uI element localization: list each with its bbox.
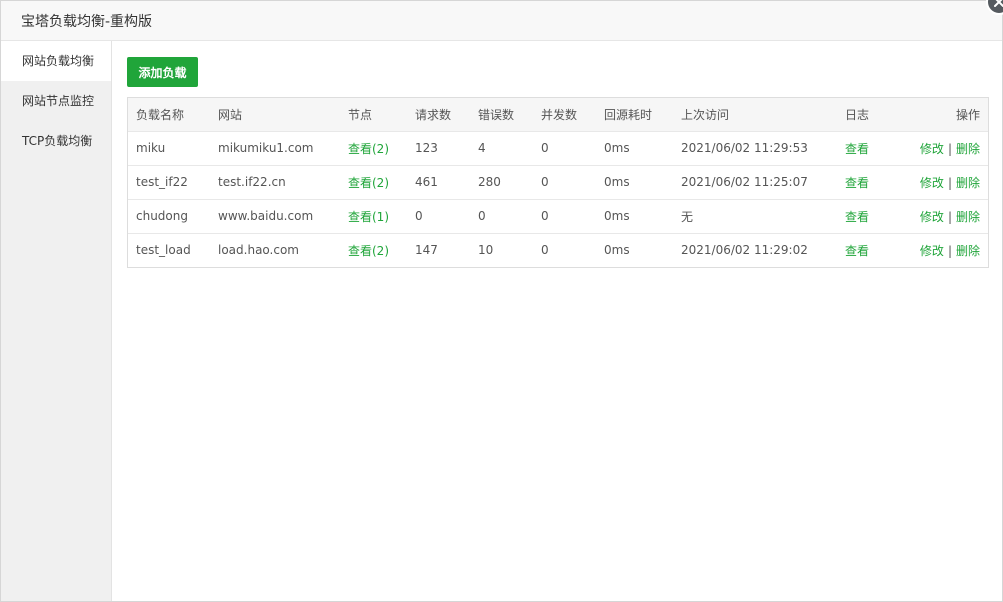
header-name: 负载名称 bbox=[136, 107, 185, 122]
cell-concurrency: 0 bbox=[541, 175, 549, 189]
sidebar-item-tcp-load-balance[interactable]: TCP负载均衡 bbox=[1, 121, 111, 161]
cell-requests: 0 bbox=[415, 209, 423, 223]
cell-name: chudong bbox=[136, 209, 188, 223]
table-row: test_if22 test.if22.cn 查看(2) 461 280 0 0… bbox=[128, 165, 988, 199]
action-separator: | bbox=[947, 175, 952, 190]
edit-link[interactable]: 修改 bbox=[920, 176, 944, 190]
cell-last-visit: 2021/06/02 11:25:07 bbox=[681, 175, 808, 189]
view-nodes-link[interactable]: 查看(2) bbox=[348, 244, 389, 258]
cell-requests: 147 bbox=[415, 243, 438, 258]
cell-latency: 0ms bbox=[604, 141, 630, 155]
edit-link[interactable]: 修改 bbox=[920, 210, 944, 224]
cell-latency: 0ms bbox=[604, 243, 630, 258]
cell-concurrency: 0 bbox=[541, 243, 549, 258]
cell-latency: 0ms bbox=[604, 175, 630, 189]
header-requests: 请求数 bbox=[415, 107, 452, 122]
header-latency: 回源耗时 bbox=[604, 107, 653, 122]
action-separator: | bbox=[947, 209, 952, 224]
cell-site: www.baidu.com bbox=[218, 209, 314, 223]
delete-link[interactable]: 删除 bbox=[956, 244, 980, 258]
view-log-link[interactable]: 查看 bbox=[845, 142, 869, 156]
sidebar: 网站负载均衡 网站节点监控 TCP负载均衡 bbox=[1, 41, 112, 601]
cell-site: test.if22.cn bbox=[218, 175, 286, 189]
cell-errors: 10 bbox=[478, 243, 494, 258]
dialog-body: 网站负载均衡 网站节点监控 TCP负载均衡 添加负载 负载名称 网站 节点 请求… bbox=[1, 41, 1002, 601]
table-row: chudong www.baidu.com 查看(1) 0 0 0 0ms 无 … bbox=[128, 199, 988, 233]
dialog-titlebar: 宝塔负载均衡-重构版 bbox=[1, 1, 1002, 41]
header-nodes: 节点 bbox=[348, 107, 373, 122]
add-load-button[interactable]: 添加负载 bbox=[127, 57, 198, 87]
cell-concurrency: 0 bbox=[541, 141, 549, 155]
edit-link[interactable]: 修改 bbox=[920, 142, 944, 156]
load-table: 负载名称 网站 节点 请求数 错误数 并发数 回源耗时 上次访问 日志 操作 m… bbox=[128, 98, 988, 267]
cell-concurrency: 0 bbox=[541, 209, 549, 223]
cell-requests: 123 bbox=[415, 141, 438, 155]
sidebar-item-web-load-balance[interactable]: 网站负载均衡 bbox=[1, 41, 111, 81]
cell-name: test_if22 bbox=[136, 175, 188, 189]
view-log-link[interactable]: 查看 bbox=[845, 176, 869, 190]
delete-link[interactable]: 删除 bbox=[956, 142, 980, 156]
table-header-row: 负载名称 网站 节点 请求数 错误数 并发数 回源耗时 上次访问 日志 操作 bbox=[128, 98, 988, 131]
action-separator: | bbox=[947, 243, 952, 258]
cell-last-visit: 2021/06/02 11:29:02 bbox=[681, 243, 808, 258]
cell-latency: 0ms bbox=[604, 209, 630, 223]
view-log-link[interactable]: 查看 bbox=[845, 210, 869, 224]
cell-errors: 280 bbox=[478, 175, 501, 189]
cell-site: load.hao.com bbox=[218, 243, 299, 258]
cell-last-visit: 2021/06/02 11:29:53 bbox=[681, 141, 808, 155]
table-row: test_load load.hao.com 查看(2) 147 10 0 0m… bbox=[128, 233, 988, 267]
cell-errors: 4 bbox=[478, 141, 486, 155]
sidebar-item-node-monitor[interactable]: 网站节点监控 bbox=[1, 81, 111, 121]
view-log-link[interactable]: 查看 bbox=[845, 244, 869, 258]
close-icon bbox=[994, 0, 1003, 7]
cell-requests: 461 bbox=[415, 175, 438, 189]
view-nodes-link[interactable]: 查看(1) bbox=[348, 210, 389, 224]
table-row: miku mikumiku1.com 查看(2) 123 4 0 0ms 202… bbox=[128, 131, 988, 165]
header-concurrency: 并发数 bbox=[541, 107, 578, 122]
header-actions: 操作 bbox=[955, 107, 980, 122]
view-nodes-link[interactable]: 查看(2) bbox=[348, 176, 389, 190]
action-separator: | bbox=[947, 141, 952, 156]
cell-name: miku bbox=[136, 141, 166, 155]
delete-link[interactable]: 删除 bbox=[956, 210, 980, 224]
dialog-window: 宝塔负载均衡-重构版 网站负载均衡 网站节点监控 TCP负载均衡 添加负载 负载… bbox=[0, 0, 1003, 602]
main-content: 添加负载 负载名称 网站 节点 请求数 错误数 并发数 回源耗时 上次访问 日志… bbox=[127, 41, 989, 601]
cell-name: test_load bbox=[136, 243, 191, 258]
load-table-container: 负载名称 网站 节点 请求数 错误数 并发数 回源耗时 上次访问 日志 操作 m… bbox=[127, 97, 989, 268]
header-errors: 错误数 bbox=[478, 107, 515, 122]
dialog-title: 宝塔负载均衡-重构版 bbox=[21, 13, 153, 30]
delete-link[interactable]: 删除 bbox=[956, 176, 980, 190]
header-log: 日志 bbox=[845, 107, 870, 122]
cell-last-visit: 无 bbox=[681, 209, 694, 224]
header-site: 网站 bbox=[218, 107, 243, 122]
edit-link[interactable]: 修改 bbox=[920, 244, 944, 258]
header-last-visit: 上次访问 bbox=[681, 107, 730, 122]
cell-site: mikumiku1.com bbox=[218, 141, 314, 155]
view-nodes-link[interactable]: 查看(2) bbox=[348, 142, 389, 156]
cell-errors: 0 bbox=[478, 209, 486, 223]
